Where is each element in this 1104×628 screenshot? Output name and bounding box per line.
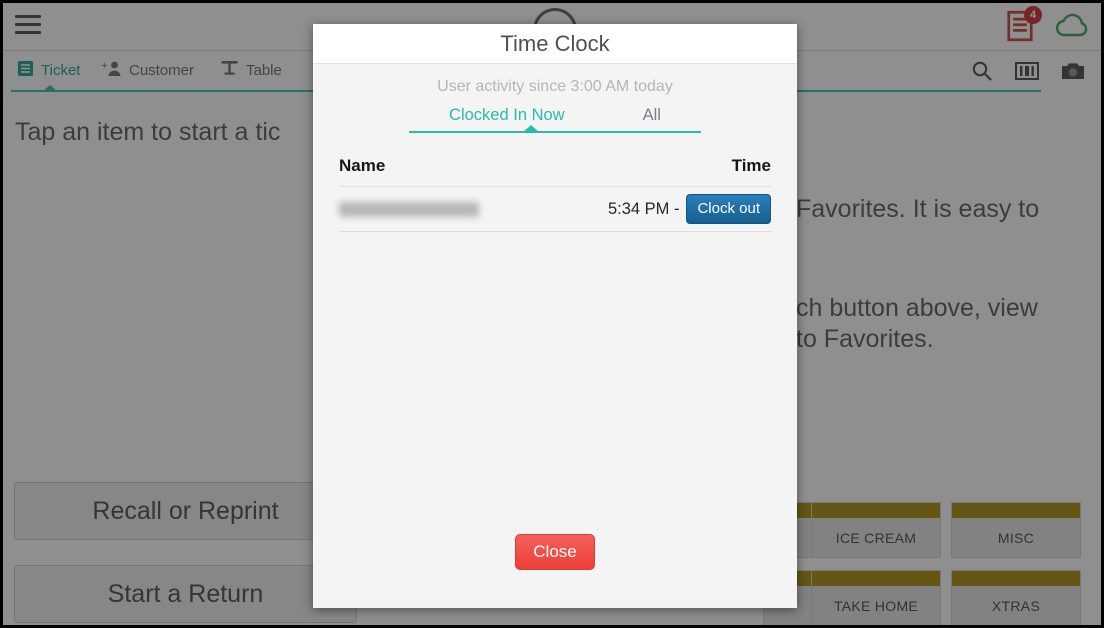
dialog-header: Time Clock: [313, 24, 797, 64]
clock-in-time: 5:34 PM -: [607, 199, 680, 218]
column-header-name: Name: [339, 156, 386, 175]
dialog-tabs-underline: [409, 131, 701, 133]
dialog-tabs: Clocked In Now All: [313, 106, 797, 140]
time-clock-table: Name Time 5:34 PM - Clock out: [339, 156, 771, 232]
column-header-time: Time: [731, 156, 771, 175]
clock-out-button[interactable]: Clock out: [686, 194, 771, 224]
dialog-tab-all[interactable]: All: [643, 106, 661, 125]
table-header-row: Name Time: [339, 156, 771, 187]
dialog-footer: Close: [313, 522, 797, 608]
screen: 4 Ticket: [0, 0, 1104, 628]
row-time-and-action: 5:34 PM - Clock out: [608, 194, 771, 224]
dialog-subtitle: User activity since 3:00 AM today: [437, 78, 673, 95]
dialog-title: Time Clock: [500, 30, 610, 56]
dialog-tab-clocked-in-now[interactable]: Clocked In Now: [449, 106, 565, 125]
time-clock-dialog: Time Clock User activity since 3:00 AM t…: [313, 24, 797, 608]
close-button[interactable]: Close: [515, 534, 595, 570]
employee-name-redacted: [339, 201, 479, 217]
table-row[interactable]: 5:34 PM - Clock out: [339, 187, 771, 232]
dialog-tabs-active-caret: [523, 125, 539, 132]
